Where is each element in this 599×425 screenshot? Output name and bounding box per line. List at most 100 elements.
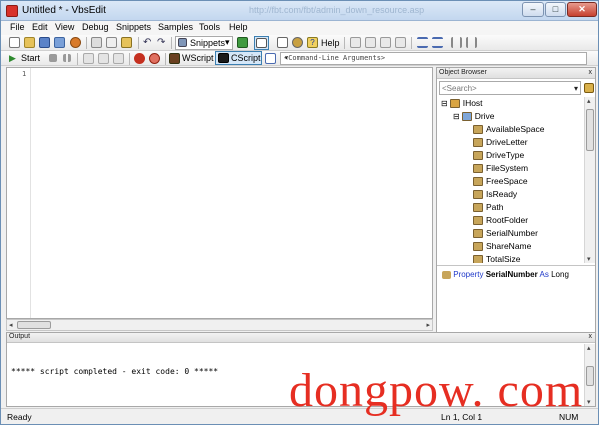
close-icon[interactable]: x bbox=[589, 333, 593, 340]
scrollbar-thumb[interactable] bbox=[17, 321, 51, 329]
tree-item[interactable]: TotalSize bbox=[473, 254, 521, 263]
tree-item[interactable]: RootFolder bbox=[473, 215, 528, 228]
output-header: Output x bbox=[7, 333, 595, 343]
minimize-button[interactable]: – bbox=[522, 2, 544, 17]
indent-icon[interactable] bbox=[417, 37, 428, 48]
menu-view[interactable]: View bbox=[55, 22, 74, 32]
scrollbar-thumb[interactable] bbox=[586, 109, 594, 151]
redo-icon[interactable]: ↷ bbox=[157, 37, 168, 48]
menu-file[interactable]: File bbox=[10, 22, 25, 32]
chevron-down-icon[interactable]: ▾ bbox=[574, 84, 578, 93]
paste-icon[interactable] bbox=[121, 37, 132, 48]
collapse-icon[interactable]: ⊟ bbox=[453, 112, 460, 121]
copy-icon[interactable] bbox=[106, 37, 117, 48]
cscript-button[interactable]: CScript bbox=[215, 51, 262, 65]
property-icon bbox=[473, 177, 483, 187]
new-file-icon[interactable] bbox=[9, 37, 20, 48]
clear-breakpoints-icon[interactable] bbox=[149, 53, 160, 64]
tree-item[interactable]: DriveLetter bbox=[473, 137, 528, 150]
insert-object-icon[interactable] bbox=[237, 37, 248, 48]
output-vertical-scrollbar[interactable]: ▴ ▾ bbox=[584, 344, 595, 406]
help-icon[interactable]: ? bbox=[307, 37, 318, 48]
tree-item[interactable]: FreeSpace bbox=[473, 176, 528, 189]
property-icon bbox=[473, 229, 483, 239]
arguments-icon[interactable] bbox=[265, 53, 276, 64]
menu-debug[interactable]: Debug bbox=[82, 22, 109, 32]
find-icon[interactable] bbox=[277, 37, 288, 48]
bubble-icon[interactable] bbox=[365, 37, 376, 48]
stop-icon[interactable] bbox=[49, 54, 57, 62]
scroll-down-icon[interactable]: ▾ bbox=[587, 398, 591, 406]
scroll-left-icon[interactable]: ◂ bbox=[9, 321, 13, 329]
undo-icon[interactable]: ↶ bbox=[143, 37, 154, 48]
toolbar-separator bbox=[129, 53, 130, 65]
app-window: Untitled * - VbsEdit http://fbt.com/fbt/… bbox=[0, 0, 599, 425]
object-search-input[interactable]: <Search> ▾ bbox=[439, 81, 581, 95]
tree-item[interactable]: ShareName bbox=[473, 241, 531, 254]
start-button[interactable]: Start bbox=[21, 53, 40, 63]
editor-horizontal-scrollbar[interactable]: ◂ ▸ bbox=[6, 319, 433, 331]
tree-item-label: FileSystem bbox=[486, 163, 529, 173]
save-all-icon[interactable] bbox=[54, 37, 65, 48]
pause-icon[interactable] bbox=[63, 54, 71, 62]
scroll-right-icon[interactable]: ▸ bbox=[426, 321, 430, 329]
tree-item[interactable]: ⊟ IHost bbox=[441, 98, 483, 111]
member-kind: Property bbox=[453, 270, 484, 279]
breakpoint-icon[interactable] bbox=[134, 53, 145, 64]
menu-snippets[interactable]: Snippets bbox=[116, 22, 151, 32]
menu-samples[interactable]: Samples bbox=[158, 22, 193, 32]
tree-vertical-scrollbar[interactable]: ▴ ▾ bbox=[584, 97, 595, 263]
object-tree: ⊟ IHost ⊟ Drive AvailableSpace DriveLetter Dri… bbox=[437, 97, 595, 263]
property-icon bbox=[473, 125, 483, 135]
bubble-alt-icon[interactable] bbox=[380, 37, 391, 48]
search-bubble-icon[interactable] bbox=[395, 37, 406, 48]
tree-item[interactable]: AvailableSpace bbox=[473, 124, 544, 137]
scroll-down-icon[interactable]: ▾ bbox=[587, 255, 591, 263]
tree-item[interactable]: FileSystem bbox=[473, 163, 528, 176]
object-icon bbox=[461, 112, 472, 122]
binoculars-icon[interactable] bbox=[584, 83, 594, 93]
uncomment-block-icon[interactable] bbox=[466, 37, 477, 48]
member-name: SerialNumber bbox=[485, 270, 538, 279]
maximize-button[interactable]: □ bbox=[545, 2, 566, 17]
close-icon[interactable]: x bbox=[589, 69, 593, 76]
close-button[interactable]: ✕ bbox=[567, 2, 597, 17]
save-icon[interactable] bbox=[39, 37, 50, 48]
toggle-view-button[interactable] bbox=[254, 36, 269, 50]
tree-item[interactable]: ⊟ Drive bbox=[453, 111, 495, 124]
play-icon: ▶ bbox=[9, 53, 16, 63]
menu-tools[interactable]: Tools bbox=[199, 22, 220, 32]
command-line-arguments-input[interactable]: <Command-Line Arguments> ▾ bbox=[280, 52, 587, 65]
object-browser-panel: Object Browser x <Search> ▾ ⊟ IHost ⊟ Drive… bbox=[436, 67, 596, 333]
scrollbar-thumb[interactable] bbox=[586, 366, 594, 386]
record-icon[interactable] bbox=[70, 37, 81, 48]
collapse-icon[interactable]: ⊟ bbox=[441, 99, 448, 108]
browse-icon[interactable] bbox=[292, 37, 303, 48]
comment-block-icon[interactable] bbox=[451, 37, 462, 48]
member-signature: Property SerialNumber As Long bbox=[442, 270, 569, 279]
snippets-dropdown[interactable]: Snippets ▾ bbox=[175, 36, 233, 50]
chevron-down-icon[interactable]: ▾ bbox=[284, 53, 584, 62]
tree-item-label: RootFolder bbox=[486, 215, 529, 225]
output-text: ***** script completed - exit code: 0 **… bbox=[11, 367, 219, 376]
step-over-icon[interactable] bbox=[98, 53, 109, 64]
open-folder-icon[interactable] bbox=[24, 37, 35, 48]
code-editor[interactable]: 1 bbox=[6, 67, 433, 319]
help-button[interactable]: Help bbox=[321, 38, 340, 48]
outdent-icon[interactable] bbox=[432, 37, 443, 48]
cut-icon[interactable] bbox=[91, 37, 102, 48]
tree-item[interactable]: IsReady bbox=[473, 189, 517, 202]
menu-help[interactable]: Help bbox=[229, 22, 248, 32]
scroll-up-icon[interactable]: ▴ bbox=[587, 97, 591, 105]
tree-item[interactable]: SerialNumber bbox=[473, 228, 538, 241]
title-bar: Untitled * - VbsEdit http://fbt.com/fbt/… bbox=[1, 1, 598, 21]
tree-item[interactable]: Path bbox=[473, 202, 504, 215]
menu-edit[interactable]: Edit bbox=[32, 22, 48, 32]
comment-icon[interactable] bbox=[350, 37, 361, 48]
step-out-icon[interactable] bbox=[113, 53, 124, 64]
wscript-button[interactable]: WScript bbox=[182, 53, 214, 63]
scroll-up-icon[interactable]: ▴ bbox=[587, 344, 591, 352]
tree-item[interactable]: DriveType bbox=[473, 150, 524, 163]
toolbar-separator bbox=[86, 37, 87, 49]
step-into-icon[interactable] bbox=[83, 53, 94, 64]
